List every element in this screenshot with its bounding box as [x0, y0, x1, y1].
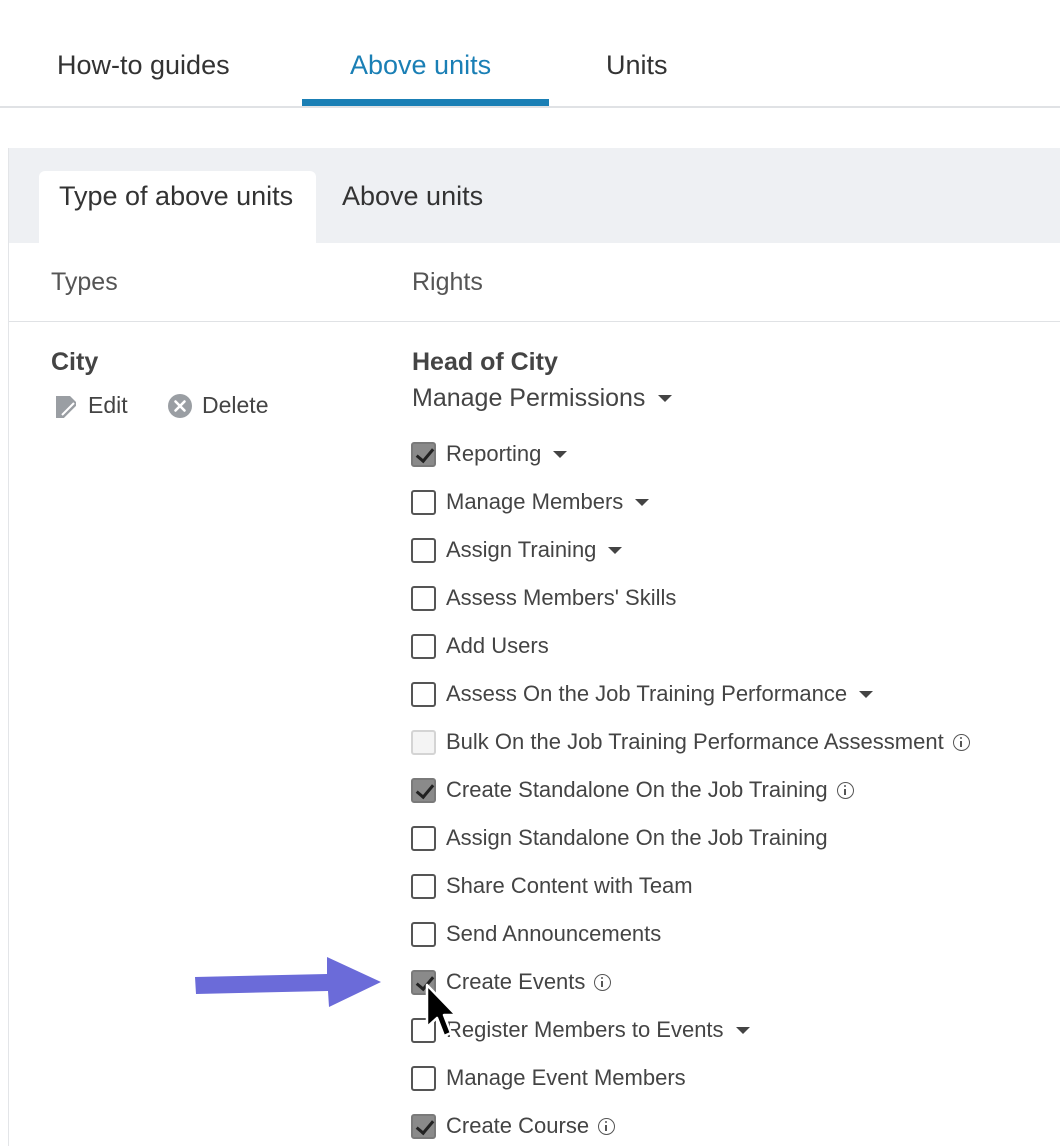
column-header-rights: Rights — [412, 268, 483, 296]
chevron-down-icon[interactable] — [608, 546, 623, 554]
chevron-down-icon — [658, 395, 673, 402]
chevron-down-icon[interactable] — [859, 690, 874, 698]
tab-how-to-guides[interactable]: How-to guides — [57, 50, 230, 81]
info-icon[interactable] — [598, 1117, 616, 1135]
permission-checkbox[interactable] — [411, 1065, 436, 1091]
edit-button[interactable]: Edit — [53, 392, 128, 419]
permission-checkbox[interactable] — [411, 873, 436, 899]
permission-checkbox — [411, 729, 436, 755]
chevron-down-icon[interactable] — [635, 498, 650, 506]
permission-label: Assess Members' Skills — [446, 585, 677, 610]
above-units-panel: Type of above units Above units Types Ri… — [8, 148, 1060, 1146]
info-icon[interactable] — [836, 781, 854, 799]
sub-tab-above-units[interactable]: Above units — [342, 181, 483, 212]
permission-label: Register Members to Events — [446, 1017, 724, 1042]
permission-label: Share Content with Team — [446, 873, 693, 898]
permission-checkbox[interactable] — [411, 777, 436, 803]
permission-row: Assess On the Job Training Performance — [411, 681, 874, 707]
active-tab-indicator — [302, 99, 549, 106]
permission-label: Send Announcements — [446, 921, 662, 946]
permission-label: Manage Members — [446, 489, 624, 514]
permission-checkbox[interactable] — [411, 921, 436, 947]
permission-row: Add Users — [411, 633, 549, 659]
top-tab-bar: How-to guides Above units Units — [0, 0, 1060, 108]
pencil-icon — [53, 393, 79, 419]
delete-label: Delete — [202, 392, 269, 418]
permission-row: Assign Training — [411, 537, 623, 563]
permission-checkbox[interactable] — [411, 441, 436, 467]
permission-row: Share Content with Team — [411, 873, 693, 899]
permission-label: Create Standalone On the Job Training — [446, 777, 828, 802]
tab-above-units[interactable]: Above units — [350, 50, 491, 81]
permission-row: Bulk On the Job Training Performance Ass… — [411, 729, 970, 755]
permission-checkbox[interactable] — [411, 489, 436, 515]
chevron-down-icon[interactable] — [735, 1026, 750, 1034]
edit-label: Edit — [88, 392, 128, 418]
sub-tab-bar: Type of above units Above units — [9, 148, 1060, 243]
mouse-pointer-icon — [425, 983, 458, 1038]
tab-units[interactable]: Units — [606, 50, 668, 81]
close-circle-icon — [167, 393, 193, 419]
column-header-types: Types — [51, 268, 118, 296]
permission-row: Register Members to Events — [411, 1017, 750, 1043]
permission-label: Assign Training — [446, 537, 597, 562]
permission-row: Send Announcements — [411, 921, 661, 947]
role-title: Head of City — [412, 348, 558, 376]
permission-label: Add Users — [446, 633, 549, 658]
permission-label: Create Course — [446, 1113, 590, 1138]
permission-checkbox[interactable] — [411, 1113, 436, 1139]
permission-row: Create Standalone On the Job Training — [411, 777, 854, 803]
permission-row: Assess Members' Skills — [411, 585, 676, 611]
header-divider — [9, 321, 1060, 322]
permission-label: Create Events — [446, 969, 586, 994]
permission-checkbox[interactable] — [411, 681, 436, 707]
permission-row: Manage Event Members — [411, 1065, 686, 1091]
permission-label: Manage Event Members — [446, 1065, 686, 1090]
info-icon[interactable] — [952, 733, 970, 751]
permission-row: Manage Members — [411, 489, 650, 515]
chevron-down-icon[interactable] — [553, 450, 568, 458]
type-name: City — [51, 348, 99, 376]
permission-checkbox[interactable] — [411, 825, 436, 851]
permission-label: Reporting — [446, 441, 542, 466]
manage-permissions-label: Manage Permissions — [412, 384, 646, 412]
permission-row: Create Course — [411, 1113, 616, 1139]
info-icon[interactable] — [594, 973, 612, 991]
permission-checkbox[interactable] — [411, 633, 436, 659]
permission-checkbox[interactable] — [411, 585, 436, 611]
permission-label: Assign Standalone On the Job Training — [446, 825, 828, 850]
permission-row: Reporting — [411, 441, 568, 467]
permission-label: Assess On the Job Training Performance — [446, 681, 848, 706]
manage-permissions-dropdown[interactable]: Manage Permissions — [412, 384, 673, 413]
permission-row: Assign Standalone On the Job Training — [411, 825, 828, 851]
permission-label: Bulk On the Job Training Performance Ass… — [446, 729, 944, 754]
delete-button[interactable]: Delete — [167, 392, 268, 419]
sub-tab-type-of-above-units[interactable]: Type of above units — [59, 181, 293, 212]
permission-checkbox[interactable] — [411, 537, 436, 563]
annotation-arrow-icon — [195, 957, 381, 1007]
